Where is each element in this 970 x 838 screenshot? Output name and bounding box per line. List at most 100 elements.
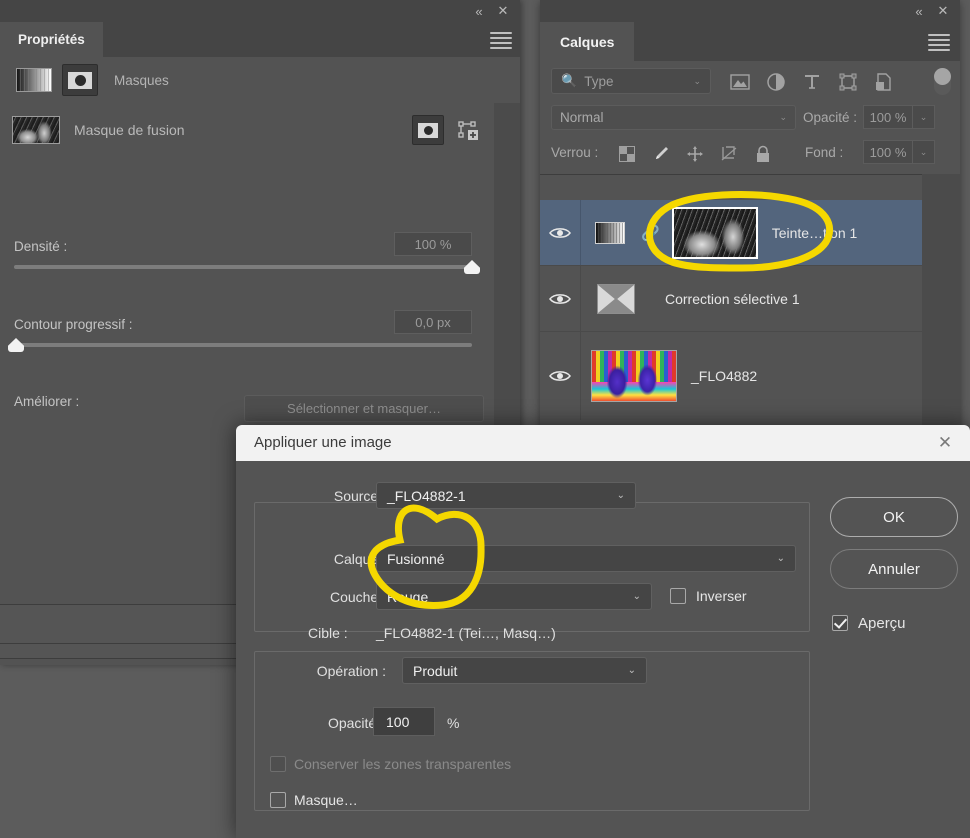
mask-item-row: Masque de fusion xyxy=(0,103,494,158)
opacity-unit: % xyxy=(447,715,460,731)
adjustment-filter-icon[interactable] xyxy=(764,71,788,93)
channel-label: Couche : xyxy=(329,589,386,605)
feather-slider-knob[interactable] xyxy=(8,338,24,352)
opacity-input[interactable]: 100 xyxy=(373,707,435,736)
feather-slider[interactable] xyxy=(8,338,472,352)
lock-transparency-icon[interactable] xyxy=(616,143,638,165)
panel-menu-icon[interactable] xyxy=(490,32,512,49)
dialog-title: Appliquer une image xyxy=(254,434,392,451)
list-item: _FLO4882 xyxy=(691,368,758,384)
table-row[interactable]: Correction sélective 1 xyxy=(540,266,922,332)
source-value: _FLO4882-1 xyxy=(387,487,466,504)
blend-mode-value: Normal xyxy=(560,110,604,125)
improve-label: Améliorer : xyxy=(14,394,80,409)
dialog-titlebar: Appliquer une image ✕ xyxy=(236,425,970,461)
feather-label: Contour progressif : xyxy=(14,317,133,332)
apply-image-dialog: Appliquer une image ✕ Source : _FLO4882-… xyxy=(236,425,970,838)
image-filter-icon[interactable] xyxy=(728,71,752,93)
chevron-down-icon: ⌄ xyxy=(779,112,787,122)
list-item: Teinte…tion 1 xyxy=(771,224,858,241)
properties-tab-bar: Propriétés xyxy=(0,22,520,58)
layer-value: Fusionné xyxy=(387,550,445,567)
ok-button[interactable]: OK xyxy=(830,497,958,537)
chevron-down-icon: ⌄ xyxy=(776,553,785,564)
close-icon[interactable]: ✕ xyxy=(928,429,962,457)
close-icon[interactable]: ✕ xyxy=(492,0,514,22)
target-value: _FLO4882-1 (Tei…, Masq…) xyxy=(376,625,556,641)
lock-row: Verrou : Fond : 100 % ⌄ xyxy=(540,134,960,175)
selective-color-thumbnail[interactable] xyxy=(597,283,635,314)
layer-mask-thumbnail[interactable] xyxy=(12,116,60,144)
mask-actions xyxy=(412,115,480,145)
preserve-transparency-checkbox[interactable] xyxy=(270,756,286,772)
select-and-mask-button[interactable]: Sélectionner et masquer… xyxy=(244,395,484,422)
pixel-mask-icon[interactable] xyxy=(62,64,98,96)
layers-panel: « ✕ Calques 🔍 Type ⌄ Normal ⌄ Opacité: … xyxy=(540,0,960,440)
mask-label: Masque… xyxy=(294,792,358,808)
collapse-icon[interactable]: « xyxy=(908,0,930,22)
lock-all-icon[interactable] xyxy=(752,143,774,165)
preserve-transparency-label: Conserver les zones transparentes xyxy=(294,756,512,772)
panel-menu-icon[interactable] xyxy=(928,34,950,51)
operation-select[interactable]: Produit ⌄ xyxy=(402,657,647,684)
type-filter-icon[interactable] xyxy=(800,71,824,93)
layer-select[interactable]: Fusionné ⌄ xyxy=(376,545,796,572)
layers-filter-row: 🔍 Type ⌄ xyxy=(540,61,960,102)
preview-checkbox[interactable] xyxy=(832,615,848,631)
link-icon[interactable]: 🔗 xyxy=(641,224,660,242)
tab-proprietes[interactable]: Propriétés xyxy=(0,22,103,57)
density-value[interactable]: 100 % xyxy=(394,232,472,256)
density-slider[interactable] xyxy=(14,260,480,274)
eye-icon[interactable] xyxy=(540,226,580,240)
mask-checkbox[interactable] xyxy=(270,792,286,808)
table-row[interactable]: 🔗 Teinte…tion 1 xyxy=(540,200,922,266)
fill-value[interactable]: 100 % xyxy=(863,140,913,164)
lock-position-icon[interactable] xyxy=(684,143,706,165)
close-icon[interactable]: ✕ xyxy=(932,0,954,22)
filter-enable-toggle[interactable] xyxy=(934,68,951,95)
chevron-down-icon: ⌄ xyxy=(627,665,636,676)
invert-checkbox[interactable] xyxy=(670,588,686,604)
invert-label: Inverser xyxy=(696,588,747,604)
source-select[interactable]: _FLO4882-1 ⌄ xyxy=(376,482,636,509)
mask-title: Masque de fusion xyxy=(74,122,185,138)
opacity-value[interactable]: 100 % xyxy=(863,105,913,129)
properties-body: Densité : 100 % Contour progressif : 0,0… xyxy=(0,157,494,409)
properties-titlebar: « ✕ xyxy=(0,0,520,22)
lock-image-icon[interactable] xyxy=(650,143,672,165)
collapse-icon[interactable]: « xyxy=(468,0,490,22)
eye-icon[interactable] xyxy=(540,292,580,306)
density-slider-knob[interactable] xyxy=(464,260,480,274)
feather-value[interactable]: 0,0 px xyxy=(394,310,472,334)
lock-artboard-icon[interactable] xyxy=(718,143,740,165)
chevron-down-icon: ⌄ xyxy=(632,591,641,602)
layers-scrollbar[interactable] xyxy=(922,174,960,440)
shape-filter-icon[interactable] xyxy=(836,71,860,93)
mask-mode-row: Masques xyxy=(0,57,520,104)
photo-thumbnail[interactable] xyxy=(591,350,677,402)
list-item: Correction sélective 1 xyxy=(665,290,800,307)
channel-select[interactable]: Rouge ⌄ xyxy=(376,583,652,610)
opacity-label: Opacité : xyxy=(803,110,858,125)
fill-stepper[interactable]: ⌄ xyxy=(913,140,935,164)
filter-type-select[interactable]: 🔍 Type ⌄ xyxy=(551,68,711,94)
gradient-map-thumbnail[interactable] xyxy=(595,221,625,244)
cancel-button[interactable]: Annuler xyxy=(830,549,958,589)
select-pixel-mask-icon[interactable] xyxy=(412,115,444,145)
source-label: Source : xyxy=(333,488,386,504)
fill-label: Fond : xyxy=(805,145,844,160)
chevron-down-icon: ⌄ xyxy=(693,75,701,86)
tab-calques[interactable]: Calques xyxy=(540,22,635,61)
layers-tab-bar: Calques xyxy=(540,22,960,62)
eye-icon[interactable] xyxy=(540,369,580,383)
blend-mode-select[interactable]: Normal ⌄ xyxy=(551,105,796,130)
layer-mask-thumbnail[interactable] xyxy=(671,206,758,259)
channel-value: Rouge xyxy=(387,588,429,605)
filter-type-label: Type xyxy=(584,73,614,89)
table-row[interactable]: _FLO4882 xyxy=(540,332,922,420)
smart-object-filter-icon[interactable] xyxy=(872,71,896,93)
opacity-stepper[interactable]: ⌄ xyxy=(913,105,935,129)
add-vector-mask-icon[interactable] xyxy=(456,118,480,142)
gradient-mask-icon[interactable] xyxy=(16,68,52,92)
operation-label: Opération : xyxy=(316,663,386,679)
